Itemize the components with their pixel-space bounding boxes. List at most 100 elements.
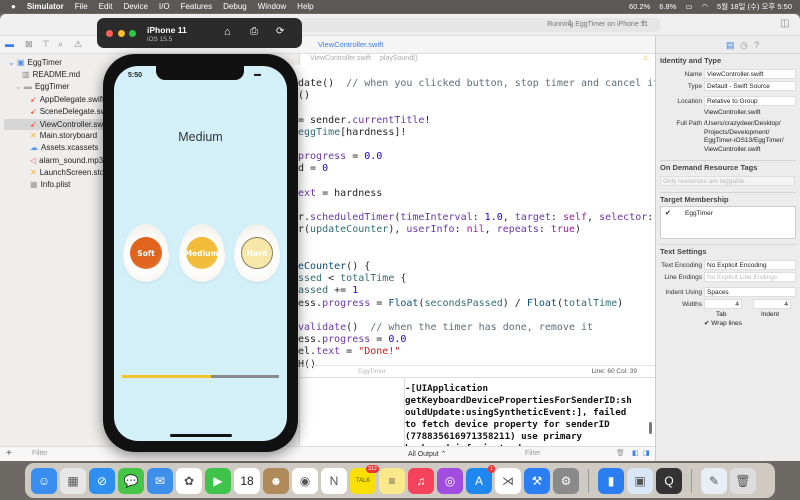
code-token: ext bbox=[298, 187, 317, 199]
split-right-icon[interactable]: ◨ bbox=[643, 449, 650, 457]
nav-item[interactable]: ➹ ViewController.swift bbox=[4, 119, 114, 130]
home-icon[interactable]: ⌂ bbox=[224, 26, 231, 38]
search-icon[interactable]: ⌕ bbox=[58, 39, 63, 50]
egg-button-medium[interactable]: Medium bbox=[178, 224, 225, 282]
dock-safari[interactable]: ⊘ bbox=[89, 467, 115, 494]
indent-width-field[interactable]: 4 bbox=[753, 299, 791, 309]
dock-messages[interactable]: 💬 bbox=[118, 467, 144, 494]
dock-downloads[interactable]: ✎ bbox=[701, 467, 727, 494]
encoding-select[interactable]: No Explicit Encoding bbox=[704, 260, 796, 270]
tab-width-field[interactable]: 4 bbox=[704, 299, 742, 309]
dock-vscode[interactable]: ⋊ bbox=[495, 467, 521, 494]
dock-preview[interactable]: ▣ bbox=[627, 467, 653, 494]
inspector-toggle-icon[interactable]: ◫ bbox=[780, 18, 789, 29]
jump-method[interactable]: playSound() bbox=[380, 55, 418, 62]
jump-bar: ViewController.swift playSound() ⚠ bbox=[300, 54, 655, 64]
egg-button-soft[interactable]: Soft bbox=[123, 224, 169, 282]
nav-item[interactable]: ▦ Info.plist bbox=[30, 180, 70, 189]
dock-quicktime[interactable]: Q bbox=[656, 467, 682, 494]
dock-chrome[interactable]: ◉ bbox=[292, 467, 318, 494]
dock-launchpad[interactable]: ▦ bbox=[60, 467, 86, 494]
nav-item[interactable]: ➹ AppDelegate.swift bbox=[30, 95, 104, 104]
symbol-icon[interactable]: ⊤ bbox=[42, 39, 50, 50]
zoom-button[interactable] bbox=[129, 30, 136, 37]
apple-menu-icon[interactable]: ● bbox=[11, 2, 16, 11]
tab-viewcontroller[interactable]: ViewController.swift bbox=[318, 40, 383, 49]
minimize-button[interactable] bbox=[118, 30, 125, 37]
dock-app-store[interactable]: A1 bbox=[466, 464, 495, 494]
help-icon[interactable]: ? bbox=[754, 40, 759, 50]
close-button[interactable] bbox=[106, 30, 113, 37]
file-inspector-icon[interactable]: ▤ bbox=[726, 40, 735, 51]
menu-window[interactable]: Window bbox=[258, 2, 286, 11]
menu-features[interactable]: Features bbox=[181, 2, 213, 11]
location-select[interactable]: Relative to Group bbox=[704, 96, 796, 106]
dock-kakaotalk[interactable]: TALK 312 bbox=[350, 464, 379, 494]
wrap-lines-checkbox[interactable]: ✔ Wrap lines bbox=[704, 320, 742, 329]
add-icon[interactable]: + bbox=[640, 17, 646, 29]
nav-item[interactable]: ☁ Assets.xcassets bbox=[30, 143, 98, 152]
trash-icon[interactable]: 🗑 bbox=[616, 449, 625, 457]
warning-icon[interactable]: ⚠ bbox=[74, 39, 82, 50]
menu-io[interactable]: I/O bbox=[159, 2, 170, 11]
navigator-filter[interactable]: Filter bbox=[32, 450, 48, 457]
dock-mail[interactable]: ✉ bbox=[147, 467, 173, 494]
wifi-icon[interactable]: ◠ bbox=[702, 2, 709, 11]
folder-icon[interactable]: ▬ bbox=[5, 39, 14, 49]
dock-finder[interactable]: ☺ bbox=[31, 467, 57, 494]
code-line: () bbox=[298, 90, 310, 101]
screenshot-icon[interactable]: ⎙ bbox=[250, 26, 258, 37]
dock-podcasts[interactable]: ◎ bbox=[437, 467, 463, 494]
menu-device[interactable]: Device bbox=[123, 2, 147, 11]
type-select[interactable]: Default - Swift Source bbox=[704, 81, 796, 91]
add-file-icon[interactable]: + bbox=[6, 448, 12, 459]
warning-count[interactable]: 1 bbox=[568, 20, 572, 27]
jump-file[interactable]: ViewController.swift bbox=[310, 55, 371, 62]
dock-trash[interactable]: 🗑 bbox=[730, 467, 756, 494]
dock-notes[interactable]: ≡ bbox=[379, 467, 405, 494]
code-editor[interactable]: date() // when you clicked button, stop … bbox=[280, 65, 659, 370]
source-control-icon[interactable]: ⊠ bbox=[25, 39, 33, 50]
code-token: 1 bbox=[352, 285, 359, 297]
dock-system-preferences[interactable]: ⚙ bbox=[553, 467, 579, 494]
dock-xcode[interactable]: ⚒ bbox=[524, 467, 550, 494]
menu-debug[interactable]: Debug bbox=[223, 2, 247, 11]
warning-icon[interactable]: ⚠ bbox=[643, 54, 649, 62]
console-scrollbar[interactable] bbox=[649, 422, 652, 434]
indent-select[interactable]: Spaces bbox=[704, 287, 796, 297]
battery-icon[interactable]: ▭ bbox=[685, 2, 692, 11]
console-filter[interactable]: Filter bbox=[525, 450, 541, 457]
dock-music[interactable]: ♫ bbox=[408, 467, 434, 494]
egg-button-hard[interactable]: Hard bbox=[234, 224, 280, 282]
menu-file[interactable]: File bbox=[75, 2, 88, 11]
memory-usage[interactable]: 6.8% bbox=[659, 2, 676, 11]
rotate-icon[interactable]: ⟳ bbox=[276, 26, 284, 37]
output-selector[interactable]: All Output ⌃ bbox=[408, 450, 447, 458]
nav-item[interactable]: ⌄ ▬ EggTimer bbox=[15, 82, 69, 91]
history-icon[interactable]: ◷ bbox=[740, 40, 748, 51]
dock-photos[interactable]: ✿ bbox=[176, 467, 202, 494]
nav-item[interactable]: ◁ alarm_sound.mp3 bbox=[30, 156, 103, 165]
nav-item[interactable]: ➹ SceneDelegate.swift bbox=[30, 107, 113, 116]
dock-simulator[interactable]: ▮ bbox=[598, 467, 624, 494]
nav-item[interactable]: ✕ Main.storyboard bbox=[30, 131, 97, 140]
code-line: el.text = "Done!" bbox=[298, 346, 400, 357]
cpu-usage[interactable]: 60.2% bbox=[629, 2, 650, 11]
split-left-icon[interactable]: ◧ bbox=[632, 449, 639, 457]
name-field[interactable]: ViewController.swift bbox=[704, 69, 796, 79]
dock-calendar[interactable]: 18 bbox=[234, 467, 260, 494]
egg-yolk: Hard bbox=[241, 237, 273, 269]
code-token: assed bbox=[298, 285, 329, 297]
kakaotalk-icon: TALK bbox=[355, 477, 371, 484]
menu-help[interactable]: Help bbox=[297, 2, 313, 11]
nav-item[interactable]: ▥ README.md bbox=[22, 70, 80, 79]
dock-contacts[interactable]: ☻ bbox=[263, 467, 289, 494]
nav-item[interactable]: ⌄ ▣ EggTimer bbox=[8, 58, 62, 67]
dock-facetime[interactable]: ▶ bbox=[205, 467, 231, 494]
clock[interactable]: 5월 18일 (수) 오후 5:50 bbox=[717, 1, 792, 12]
nav-item-label: AppDelegate.swift bbox=[39, 94, 105, 104]
dock-onenote[interactable]: N bbox=[321, 467, 347, 494]
menu-edit[interactable]: Edit bbox=[99, 2, 113, 11]
target-checkbox[interactable]: ✔ bbox=[665, 209, 671, 217]
menu-app[interactable]: Simulator bbox=[27, 2, 64, 11]
